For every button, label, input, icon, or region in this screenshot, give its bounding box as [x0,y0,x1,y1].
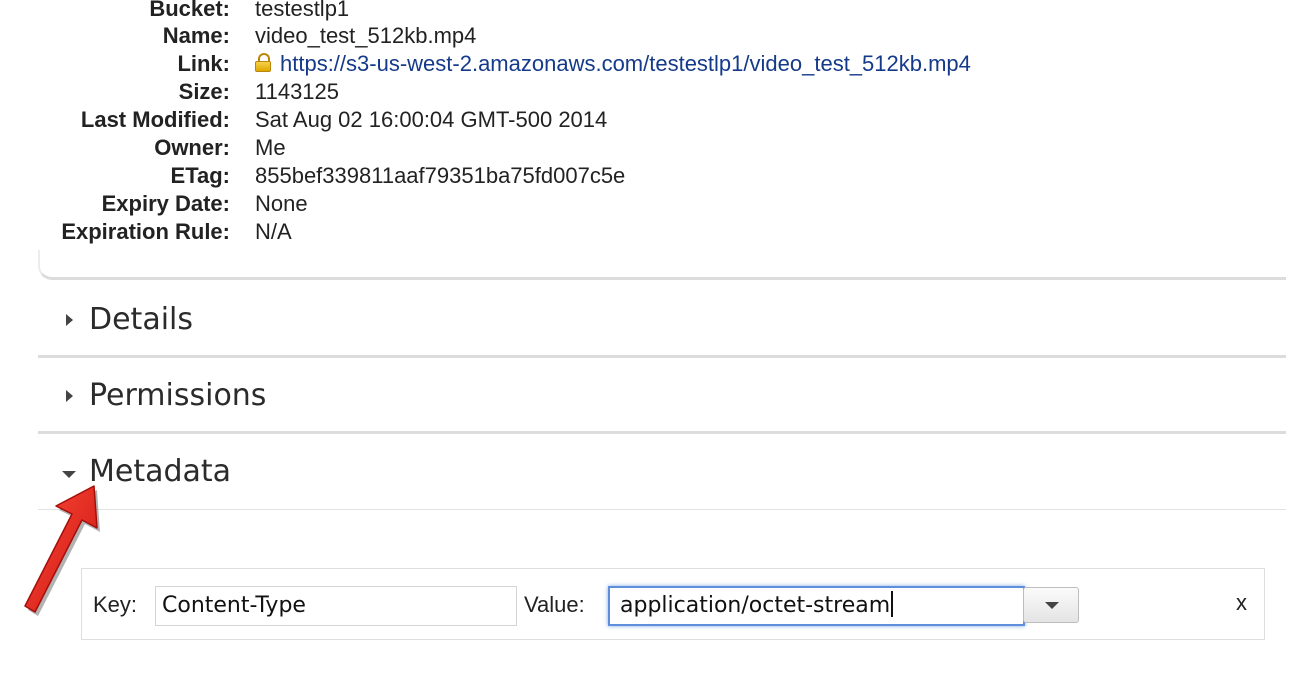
prop-last-modified: Last Modified: Sat Aug 02 16:00:04 GMT-5… [0,106,1290,134]
metadata-row: Key: Content-Type Value: application/oct… [81,568,1265,640]
prop-expiry-date: Expiry Date: None [0,190,1290,218]
value-dropdown-button[interactable] [1023,587,1079,623]
key-input[interactable]: Content-Type [155,586,517,626]
prop-value: testestlp1 [255,0,350,21]
lock-icon [255,52,271,74]
chevron-down-icon [1045,602,1059,609]
object-link[interactable]: https://s3-us-west-2.amazonaws.com/teste… [280,51,971,76]
value-input[interactable]: application/octet-stream [608,586,1025,626]
properties-card-edge [38,250,1286,280]
remove-metadata-button[interactable]: x [1236,589,1247,617]
section-permissions[interactable]: Permissions [38,358,1286,434]
prop-value: N/A [255,219,292,244]
prop-value: Me [255,135,286,160]
annotation-arrow-icon [24,485,100,616]
text-cursor [891,591,894,617]
prop-value: 855bef339811aaf79351ba75fd007c5e [255,163,626,188]
prop-owner: Owner: Me [0,134,1290,162]
key-input-value: Content-Type [162,593,306,618]
section-metadata[interactable]: Metadata [38,434,1286,510]
prop-value: Sat Aug 02 16:00:04 GMT-500 2014 [255,107,608,132]
link-wrapper: https://s3-us-west-2.amazonaws.com/teste… [255,50,971,78]
prop-name: Name: video_test_512kb.mp4 [0,22,1290,50]
prop-link: Link: https://s3-us-west-2.amazonaws.com… [0,50,1290,78]
prop-size: Size: 1143125 [0,78,1290,106]
prop-value: 1143125 [255,79,340,104]
value-label: Value: [524,592,585,617]
prop-bucket: Bucket: testestlp1 [0,0,1290,23]
prop-value: None [255,191,308,216]
prop-expiration-rule: Expiration Rule: N/A [0,218,1290,246]
prop-etag: ETag: 855bef339811aaf79351ba75fd007c5e [0,162,1290,190]
section-details[interactable]: Details [38,282,1286,358]
prop-value: video_test_512kb.mp4 [255,23,477,48]
value-input-value: application/octet-stream [620,593,891,618]
